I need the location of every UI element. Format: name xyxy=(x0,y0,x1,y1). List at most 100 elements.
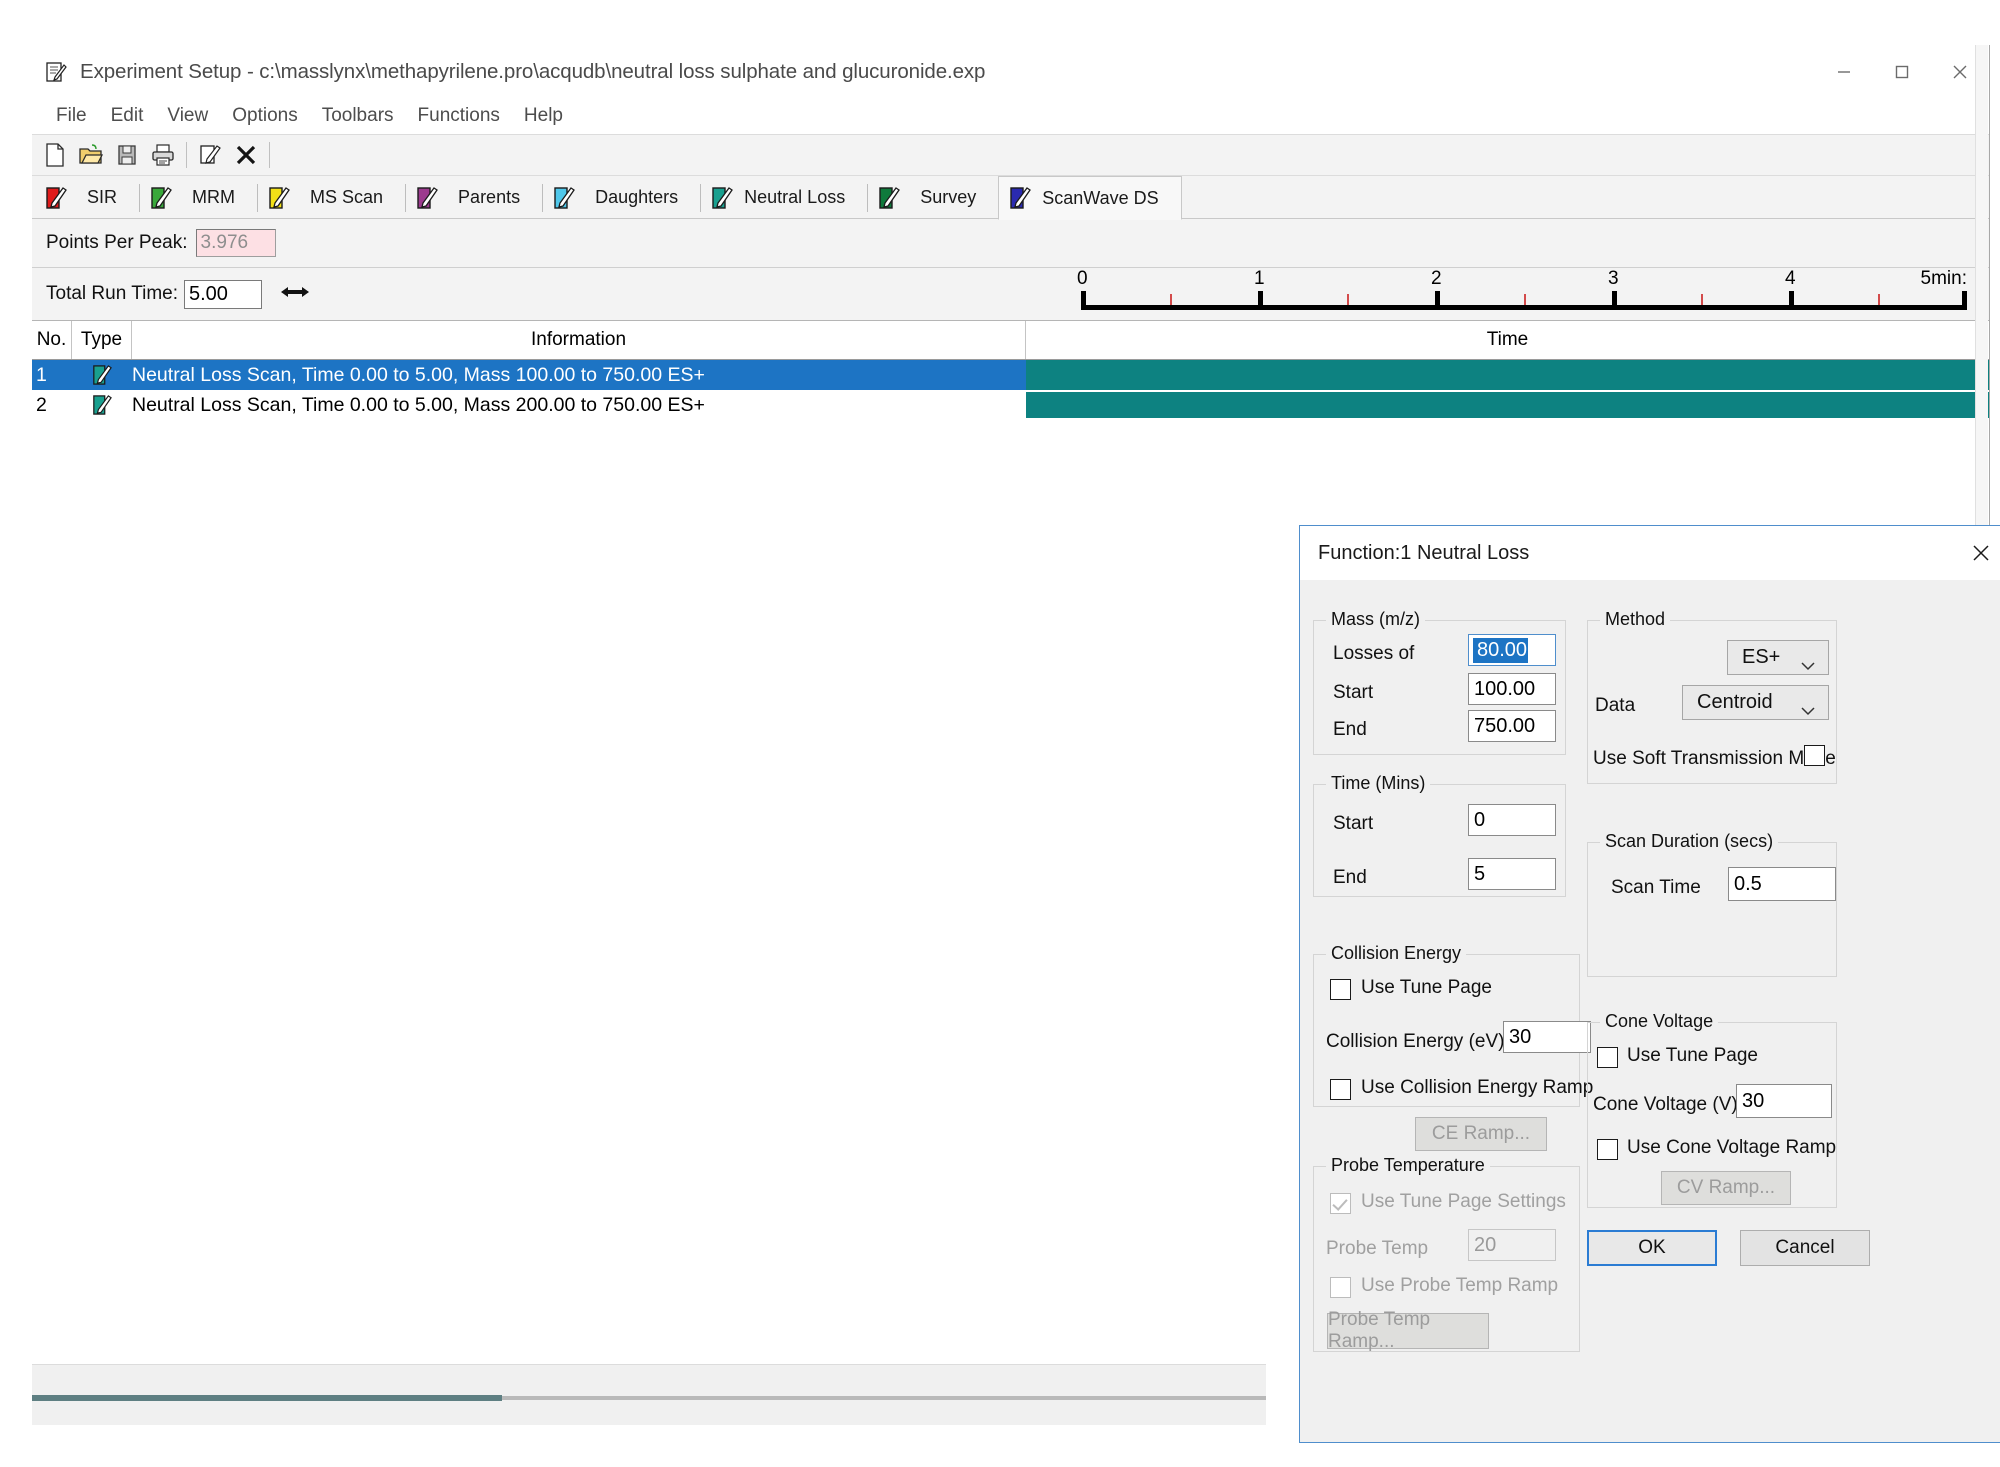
tab-label-mrm: MRM xyxy=(192,187,236,207)
save-icon[interactable] xyxy=(109,138,145,172)
ruler-tick-label: 5min: xyxy=(1920,268,1967,289)
probe-use-tune-page-settings-checkbox[interactable] xyxy=(1330,1193,1351,1214)
menu-item-view[interactable]: View xyxy=(155,103,220,129)
menu-item-help[interactable]: Help xyxy=(512,103,575,129)
open-icon[interactable] xyxy=(73,138,109,172)
time-end-input[interactable]: 5 xyxy=(1468,858,1556,890)
edit-icon[interactable] xyxy=(192,138,228,172)
time-start-input[interactable]: 0 xyxy=(1468,804,1556,836)
tab-survey[interactable]: Survey xyxy=(868,176,998,219)
table-row[interactable]: 2 Neutral Loss Scan, Time 0.00 to 5.00, … xyxy=(32,390,1989,420)
ruler-major-tick xyxy=(1789,291,1794,310)
cv-ramp-button[interactable]: CV Ramp... xyxy=(1661,1171,1791,1205)
probe-temperature-group: Probe Temperature Use Tune Page Settings… xyxy=(1313,1155,1580,1352)
collision-use-ramp-label: Use Collision Energy Ramp xyxy=(1361,1077,1594,1098)
column-header-information: Information xyxy=(132,321,1026,359)
time-end-label: End xyxy=(1333,867,1367,888)
close-icon[interactable] xyxy=(1952,526,2000,580)
horizontal-scrollbar[interactable] xyxy=(32,1395,1266,1401)
tab-parents[interactable]: Parents xyxy=(406,176,542,219)
column-header-type: Type xyxy=(72,321,132,359)
data-type-select[interactable]: Centroid xyxy=(1682,685,1829,720)
tab-mrm[interactable]: MRM xyxy=(140,176,257,219)
tab-sir[interactable]: SIR xyxy=(35,176,139,219)
collision-use-tune-page-checkbox[interactable] xyxy=(1330,979,1351,1000)
menu-item-edit[interactable]: Edit xyxy=(99,103,156,129)
tab-scanwave-ds[interactable]: ScanWave DS xyxy=(998,176,1182,220)
menu-item-functions[interactable]: Functions xyxy=(406,103,512,129)
mass-end-label: End xyxy=(1333,719,1367,740)
tab-daughters[interactable]: Daughters xyxy=(543,176,700,219)
losses-of-label: Losses of xyxy=(1333,643,1415,664)
time-group: Time (Mins) Start 0 End 5 xyxy=(1313,773,1566,897)
menu-item-toolbars[interactable]: Toolbars xyxy=(310,103,406,129)
cone-use-ramp-label: Use Cone Voltage Ramp xyxy=(1627,1137,1837,1158)
collision-energy-input[interactable]: 30 xyxy=(1503,1021,1591,1053)
time-start-label: Start xyxy=(1333,813,1374,834)
tab-label-survey: Survey xyxy=(920,187,977,207)
ruler-tick-label: 1 xyxy=(1254,268,1265,289)
soft-transmission-checkbox[interactable] xyxy=(1804,745,1825,766)
cone-use-ramp-checkbox[interactable] xyxy=(1597,1139,1618,1160)
icon-toolbar xyxy=(32,134,1989,176)
cone-voltage-value-label: Cone Voltage (V) xyxy=(1593,1094,1738,1115)
delete-icon[interactable] xyxy=(228,138,264,172)
ce-ramp-button[interactable]: CE Ramp... xyxy=(1415,1117,1547,1151)
tab-neutral-loss[interactable]: Neutral Loss xyxy=(701,176,867,219)
ionisation-mode-select[interactable]: ES+ xyxy=(1727,640,1829,675)
table-row[interactable]: 1 Neutral Loss Scan, Time 0.00 to 5.00, … xyxy=(32,360,1989,390)
points-per-peak-label: Points Per Peak: xyxy=(46,232,188,253)
probe-use-tune-page-settings-label: Use Tune Page Settings xyxy=(1361,1191,1566,1212)
minimize-icon[interactable] xyxy=(1815,45,1873,98)
function-type-tabs: SIR MRM MS Scan Parents Daughters Neutra… xyxy=(32,176,1989,220)
collision-use-ramp-checkbox[interactable] xyxy=(1330,1079,1351,1100)
cone-voltage-input[interactable]: 30 xyxy=(1736,1084,1832,1118)
tab-label-neutral-loss: Neutral Loss xyxy=(744,187,846,207)
row-number: 2 xyxy=(36,393,47,416)
total-run-time-input[interactable]: 5.00 xyxy=(184,279,262,309)
ruler-minor-tick xyxy=(1169,294,1172,305)
horizontal-resize-icon[interactable] xyxy=(280,284,310,305)
ok-button[interactable]: OK xyxy=(1587,1230,1717,1266)
menu-item-file[interactable]: File xyxy=(44,103,99,129)
ruler-tick-label: 4 xyxy=(1785,268,1796,289)
survey-icon xyxy=(878,186,901,210)
row-information: Neutral Loss Scan, Time 0.00 to 5.00, Ma… xyxy=(132,393,705,416)
probe-temp-ramp-button[interactable]: Probe Temp Ramp... xyxy=(1327,1309,1489,1352)
tab-ms-scan[interactable]: MS Scan xyxy=(258,176,405,219)
cone-use-tune-page-checkbox[interactable] xyxy=(1597,1047,1618,1068)
points-per-peak-field[interactable]: 3.976 xyxy=(195,229,276,257)
cone-use-tune-page-label: Use Tune Page xyxy=(1627,1045,1758,1066)
parents-icon xyxy=(416,186,438,210)
tab-label-daughters: Daughters xyxy=(595,187,679,207)
ruler-minor-tick xyxy=(1523,294,1526,305)
probe-temp-input[interactable]: 20 xyxy=(1468,1229,1556,1261)
ruler-minor-tick xyxy=(1877,294,1880,305)
toolbar-divider xyxy=(186,142,187,168)
column-header-time: Time xyxy=(1486,329,1529,350)
row-timeline xyxy=(1026,390,1989,420)
scan-time-input[interactable]: 0.5 xyxy=(1728,867,1836,901)
scanwave-ds-icon xyxy=(1009,186,1032,210)
tab-label-ms-scan: MS Scan xyxy=(310,187,384,207)
cancel-button[interactable]: Cancel xyxy=(1740,1230,1870,1266)
mass-start-input[interactable]: 100.00 xyxy=(1468,673,1556,705)
ruler-minor-tick xyxy=(1346,294,1349,305)
timeline-bar xyxy=(1026,392,1989,418)
losses-of-input[interactable]: 80.00 xyxy=(1468,634,1556,666)
method-group: Method ES+ Data Centroid Use Soft Transm… xyxy=(1587,609,1837,784)
losses-of-value: 80.00 xyxy=(1473,637,1529,663)
column-header-no: No. xyxy=(32,321,72,359)
print-icon[interactable] xyxy=(145,138,181,172)
probe-use-ramp-checkbox[interactable] xyxy=(1330,1277,1351,1298)
neutral-loss-function-icon xyxy=(72,364,132,386)
maximize-icon[interactable] xyxy=(1873,45,1931,98)
mass-end-input[interactable]: 750.00 xyxy=(1468,710,1556,742)
scrollbar-track[interactable] xyxy=(502,1396,1266,1400)
data-type-value: Centroid xyxy=(1697,691,1773,713)
scrollbar-thumb[interactable] xyxy=(32,1395,502,1401)
ruler-minor-tick xyxy=(1700,294,1703,305)
new-icon[interactable] xyxy=(37,138,73,172)
menu-item-options[interactable]: Options xyxy=(220,103,309,129)
time-group-legend: Time (Mins) xyxy=(1326,773,1431,794)
